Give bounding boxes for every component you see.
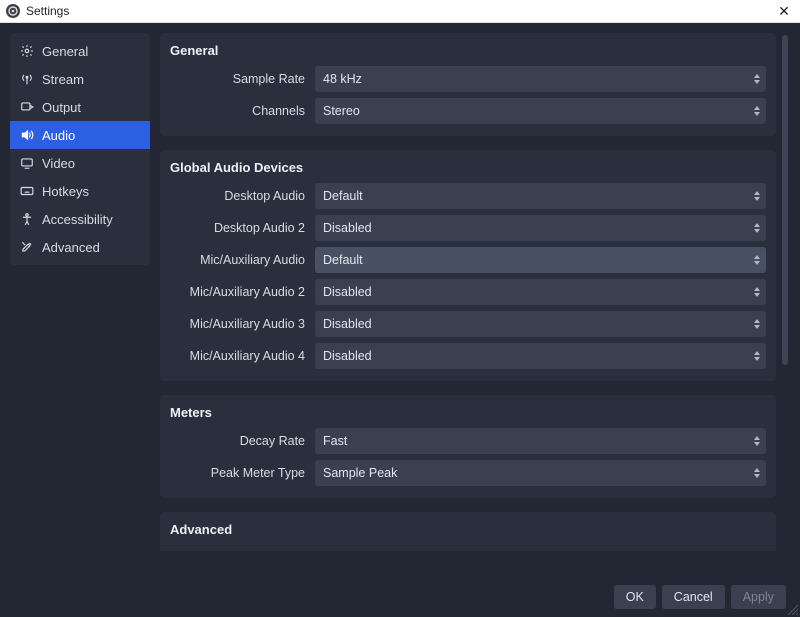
- mic-aux-2-select[interactable]: Disabled: [315, 279, 766, 305]
- panel-title: General: [170, 43, 766, 58]
- sidebar-item-output[interactable]: Output: [10, 93, 150, 121]
- settings-content: General Sample Rate 48 kHz Channels: [160, 33, 776, 551]
- sidebar-item-label: Audio: [42, 128, 75, 143]
- desktop-audio-select[interactable]: Default: [315, 183, 766, 209]
- mic-aux-4-select[interactable]: Disabled: [315, 343, 766, 369]
- sidebar-item-accessibility[interactable]: Accessibility: [10, 205, 150, 233]
- panel-global-audio-devices: Global Audio Devices Desktop Audio Defau…: [160, 150, 776, 381]
- spinner-icon: [750, 313, 764, 335]
- sidebar-item-general[interactable]: General: [10, 37, 150, 65]
- select-value: Disabled: [323, 349, 372, 363]
- app-icon: [6, 4, 20, 18]
- sample-rate-select[interactable]: 48 kHz: [315, 66, 766, 92]
- panel-title: Global Audio Devices: [170, 160, 766, 175]
- spinner-icon: [750, 68, 764, 90]
- label-mic-aux-4: Mic/Auxiliary Audio 4: [170, 349, 315, 363]
- sidebar-item-video[interactable]: Video: [10, 149, 150, 177]
- output-icon: [20, 100, 34, 114]
- spinner-icon: [750, 462, 764, 484]
- spinner-icon: [750, 185, 764, 207]
- decay-rate-select[interactable]: Fast: [315, 428, 766, 454]
- window-title: Settings: [26, 4, 69, 18]
- tools-icon: [20, 240, 34, 254]
- label-peak-meter-type: Peak Meter Type: [170, 466, 315, 480]
- spinner-icon: [750, 345, 764, 367]
- antenna-icon: [20, 72, 34, 86]
- select-value: Default: [323, 189, 363, 203]
- titlebar: Settings ✕: [0, 0, 800, 23]
- spinner-icon: [750, 249, 764, 271]
- channels-select[interactable]: Stereo: [315, 98, 766, 124]
- sidebar: General Stream Output Audio Video: [10, 33, 150, 265]
- spinner-icon: [750, 430, 764, 452]
- select-value: Disabled: [323, 285, 372, 299]
- select-value: Disabled: [323, 221, 372, 235]
- mic-aux-select[interactable]: Default: [315, 247, 766, 273]
- sidebar-item-label: Accessibility: [42, 212, 113, 227]
- label-desktop-audio: Desktop Audio: [170, 189, 315, 203]
- panel-meters: Meters Decay Rate Fast Peak Meter Type: [160, 395, 776, 498]
- select-value: Default: [323, 253, 363, 267]
- sidebar-item-label: Hotkeys: [42, 184, 89, 199]
- panel-title: Advanced: [170, 522, 766, 537]
- sidebar-item-label: Output: [42, 100, 81, 115]
- gear-icon: [20, 44, 34, 58]
- sidebar-item-hotkeys[interactable]: Hotkeys: [10, 177, 150, 205]
- label-decay-rate: Decay Rate: [170, 434, 315, 448]
- panel-general: General Sample Rate 48 kHz Channels: [160, 33, 776, 136]
- accessibility-icon: [20, 212, 34, 226]
- resize-grip-icon[interactable]: [788, 605, 798, 615]
- sidebar-item-advanced[interactable]: Advanced: [10, 233, 150, 261]
- sidebar-item-audio[interactable]: Audio: [10, 121, 150, 149]
- desktop-audio-2-select[interactable]: Disabled: [315, 215, 766, 241]
- keyboard-icon: [20, 184, 34, 198]
- sidebar-item-label: Video: [42, 156, 75, 171]
- spinner-icon: [750, 100, 764, 122]
- label-mic-aux-3: Mic/Auxiliary Audio 3: [170, 317, 315, 331]
- label-sample-rate: Sample Rate: [170, 72, 315, 86]
- sidebar-item-label: Advanced: [42, 240, 100, 255]
- ok-button[interactable]: OK: [614, 585, 656, 609]
- monitor-icon: [20, 156, 34, 170]
- audio-icon: [20, 128, 34, 142]
- sidebar-item-stream[interactable]: Stream: [10, 65, 150, 93]
- cancel-button[interactable]: Cancel: [662, 585, 725, 609]
- label-mic-aux: Mic/Auxiliary Audio: [170, 253, 315, 267]
- panel-title: Meters: [170, 405, 766, 420]
- scrollbar-vertical[interactable]: [780, 33, 790, 551]
- label-channels: Channels: [170, 104, 315, 118]
- select-value: Stereo: [323, 104, 360, 118]
- select-value: Disabled: [323, 317, 372, 331]
- panel-advanced: Advanced: [160, 512, 776, 551]
- label-mic-aux-2: Mic/Auxiliary Audio 2: [170, 285, 315, 299]
- close-icon[interactable]: ✕: [774, 4, 794, 18]
- dialog-footer: OK Cancel Apply: [0, 577, 800, 617]
- spinner-icon: [750, 217, 764, 239]
- select-value: 48 kHz: [323, 72, 362, 86]
- mic-aux-3-select[interactable]: Disabled: [315, 311, 766, 337]
- sidebar-item-label: Stream: [42, 72, 84, 87]
- peak-meter-type-select[interactable]: Sample Peak: [315, 460, 766, 486]
- label-desktop-audio-2: Desktop Audio 2: [170, 221, 315, 235]
- apply-button[interactable]: Apply: [731, 585, 786, 609]
- spinner-icon: [750, 281, 764, 303]
- sidebar-item-label: General: [42, 44, 88, 59]
- scrollbar-thumb[interactable]: [782, 35, 788, 365]
- select-value: Fast: [323, 434, 347, 448]
- select-value: Sample Peak: [323, 466, 397, 480]
